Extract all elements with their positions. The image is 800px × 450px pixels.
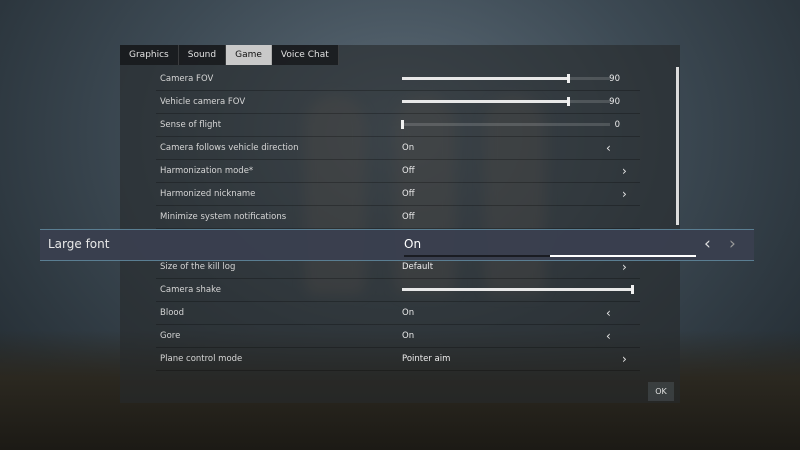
setting-label: Harmonization mode* <box>160 166 254 176</box>
setting-value: On <box>402 308 415 318</box>
setting-value: Off <box>402 189 415 199</box>
scrollbar[interactable] <box>676 67 679 225</box>
setting-row-blood[interactable]: Blood On ‹ <box>156 302 640 325</box>
setting-row-plane-control-mode[interactable]: Plane control mode Pointer aim › <box>156 348 640 371</box>
setting-label: Gore <box>160 331 181 341</box>
setting-label: Camera follows vehicle direction <box>160 143 299 153</box>
setting-row-harmonization-mode[interactable]: Harmonization mode* Off › <box>156 160 640 183</box>
setting-row-vehicle-camera-fov[interactable]: Vehicle camera FOV 90 <box>156 91 640 114</box>
slider-fill <box>402 77 569 80</box>
setting-label: Plane control mode <box>160 354 243 364</box>
chevron-left-icon[interactable]: ‹ <box>606 137 611 159</box>
camera-fov-slider[interactable] <box>402 74 610 83</box>
setting-label: Harmonized nickname <box>160 189 256 199</box>
setting-label: Vehicle camera FOV <box>160 97 246 107</box>
setting-row-gore[interactable]: Gore On ‹ <box>156 325 640 348</box>
setting-label: Blood <box>160 308 184 318</box>
chevron-left-icon[interactable]: ‹ <box>704 230 711 258</box>
setting-row-minimize-notifications[interactable]: Minimize system notifications Off <box>156 206 640 229</box>
setting-row-harmonized-nickname[interactable]: Harmonized nickname Off › <box>156 183 640 206</box>
setting-row-camera-fov[interactable]: Camera FOV 90 <box>156 68 640 91</box>
setting-row-large-font[interactable]: Large font On ‹ › <box>40 229 754 261</box>
chevron-right-icon[interactable]: › <box>622 160 627 182</box>
slider-knob[interactable] <box>631 285 634 294</box>
slider-knob[interactable] <box>567 74 571 83</box>
setting-value: Pointer aim <box>402 354 451 364</box>
tab-voice-chat[interactable]: Voice Chat <box>271 45 339 65</box>
setting-value: Off <box>402 212 415 222</box>
tab-graphics[interactable]: Graphics <box>120 45 179 65</box>
ok-button[interactable]: OK <box>648 382 674 401</box>
setting-label: Minimize system notifications <box>160 212 287 222</box>
setting-label: Camera shake <box>160 285 221 295</box>
setting-value: 90 <box>609 74 620 84</box>
tab-sound[interactable]: Sound <box>178 45 227 65</box>
tab-game[interactable]: Game <box>226 45 272 65</box>
setting-row-sense-of-flight[interactable]: Sense of flight 0 <box>156 114 640 137</box>
setting-label: Large font <box>48 237 110 251</box>
chevron-right-icon[interactable]: › <box>622 348 627 370</box>
slider-knob[interactable] <box>567 97 571 106</box>
setting-label: Camera FOV <box>160 74 214 84</box>
camera-shake-slider[interactable] <box>402 285 634 294</box>
settings-panel: Graphics Sound Game Voice Chat Camera FO… <box>120 45 680 403</box>
setting-value: Off <box>402 166 415 176</box>
chevron-right-icon[interactable]: › <box>622 183 627 205</box>
option-indicator-fill <box>550 255 696 257</box>
setting-label: Sense of flight <box>160 120 222 130</box>
setting-value: On <box>402 143 415 153</box>
chevron-left-icon[interactable]: ‹ <box>606 302 611 324</box>
vehicle-camera-fov-slider[interactable] <box>402 97 610 106</box>
chevron-right-icon[interactable]: › <box>729 230 736 258</box>
setting-row-camera-follows-vehicle[interactable]: Camera follows vehicle direction On ‹ <box>156 137 640 160</box>
option-indicator-track <box>404 255 696 257</box>
setting-value: 90 <box>609 97 620 107</box>
sense-of-flight-slider[interactable] <box>401 120 610 129</box>
setting-value: 0 <box>614 120 620 130</box>
tab-bar: Graphics Sound Game Voice Chat <box>120 45 339 65</box>
slider-knob[interactable] <box>401 120 404 129</box>
setting-value: On <box>402 331 415 341</box>
chevron-left-icon[interactable]: ‹ <box>606 325 611 347</box>
setting-row-camera-shake[interactable]: Camera shake <box>156 279 640 302</box>
slider-fill <box>402 100 569 103</box>
slider-fill <box>402 288 632 291</box>
